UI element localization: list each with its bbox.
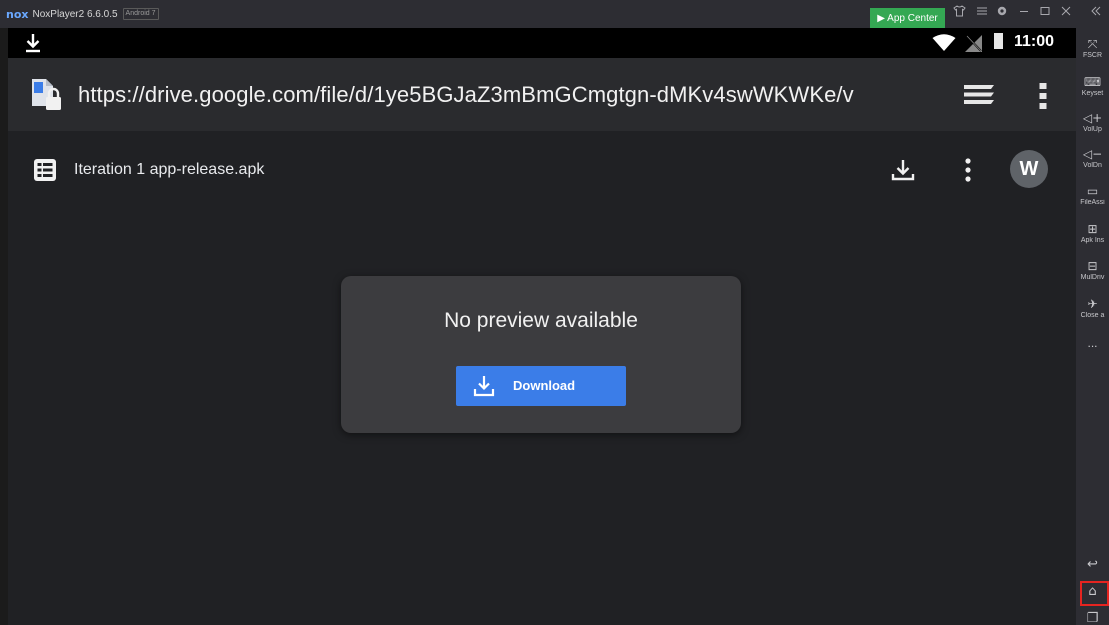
- download-button-label: Download: [513, 378, 576, 393]
- tool-multi-drive[interactable]: ⊟ MulDriv: [1076, 258, 1109, 294]
- fullscreen-icon: ⤧: [1087, 37, 1098, 51]
- tool-label: FileAssi: [1080, 199, 1105, 206]
- nox-window: nox NoxPlayer2 6.6.0.5 Android 7 ▶ App C…: [0, 0, 1109, 625]
- collapse-icon[interactable]: [1090, 5, 1102, 20]
- tool-file-assistant[interactable]: ▭ FileAssi: [1076, 183, 1109, 219]
- android-version-badge: Android 7: [122, 8, 159, 20]
- multi-drive-icon: ⊟: [1087, 259, 1098, 273]
- close-icon[interactable]: [1060, 5, 1072, 20]
- rocket-icon: ✈: [1087, 297, 1098, 311]
- no-preview-message: No preview available: [444, 309, 638, 332]
- drive-file-header: Iteration 1 app-release.apk W: [8, 131, 1076, 211]
- app-center-button[interactable]: ▶ App Center: [870, 8, 945, 28]
- tool-label: Close a: [1080, 312, 1105, 319]
- tool-voldn[interactable]: ◁− VolDn: [1076, 146, 1109, 182]
- menu-icon[interactable]: [976, 5, 988, 20]
- file-assistant-icon: ▭: [1086, 184, 1099, 198]
- download-button[interactable]: Download: [456, 366, 626, 406]
- more-tools-button[interactable]: ...: [1076, 336, 1109, 350]
- tool-fscr[interactable]: ⤧ FSCR: [1076, 36, 1109, 72]
- battery-icon: [994, 33, 1003, 49]
- volume-up-icon: ◁+: [1082, 111, 1103, 125]
- nox-side-toolbar: ⤧ FSCR ⌨ Keyset ◁+ VolUp ◁− VolDn ▭ File…: [1076, 28, 1109, 625]
- tool-label: MulDriv: [1080, 274, 1105, 281]
- tool-volup[interactable]: ◁+ VolUp: [1076, 110, 1109, 146]
- status-time: 11:00: [1014, 33, 1055, 50]
- tool-label: VolUp: [1083, 126, 1102, 133]
- url-text[interactable]: https://drive.google.com/file/d/1ye5BGJa…: [78, 82, 854, 108]
- back-button[interactable]: ↩: [1076, 557, 1109, 572]
- account-avatar[interactable]: W: [1010, 150, 1048, 188]
- browser-url-bar: https://drive.google.com/file/d/1ye5BGJa…: [8, 58, 1076, 131]
- tool-apk-install[interactable]: ⊞ Apk Ins: [1076, 221, 1109, 257]
- maximize-icon[interactable]: [1039, 5, 1051, 20]
- nox-logo: nox: [6, 7, 29, 21]
- recents-button[interactable]: ❐: [1076, 611, 1109, 625]
- minimize-icon[interactable]: [1018, 5, 1030, 20]
- settings-icon[interactable]: [996, 5, 1008, 20]
- no-preview-card: No preview available Download: [341, 276, 741, 433]
- page-lock-icon: [29, 78, 65, 117]
- shirt-icon[interactable]: [953, 5, 966, 20]
- tool-label: VolDn: [1083, 162, 1102, 169]
- download-icon: [23, 31, 43, 55]
- status-bar: 11:00: [8, 28, 1076, 58]
- app-name: NoxPlayer2 6.6.0.5: [32, 8, 118, 20]
- tool-label: Apk Ins: [1080, 237, 1105, 244]
- home-button[interactable]: ⌂: [1076, 584, 1109, 599]
- download-icon: [473, 375, 495, 400]
- tool-label: Keyset: [1081, 90, 1104, 97]
- more-options-icon[interactable]: [964, 157, 972, 188]
- wifi-icon: [932, 34, 956, 57]
- tool-label: FSCR: [1082, 52, 1103, 59]
- keyboard-icon: ⌨: [1083, 75, 1102, 89]
- tool-keyset[interactable]: ⌨ Keyset: [1076, 74, 1109, 110]
- browser-menu-icon[interactable]: [1038, 82, 1048, 115]
- tool-close-all[interactable]: ✈ Close a: [1076, 296, 1109, 332]
- header-download-icon[interactable]: [890, 157, 916, 188]
- file-name: Iteration 1 app-release.apk: [74, 161, 265, 178]
- volume-down-icon: ◁−: [1082, 147, 1103, 161]
- tabs-icon[interactable]: [963, 84, 995, 111]
- android-screen: 11:00 https://drive.google.com/file/d/1y…: [8, 28, 1076, 625]
- title-bar: nox NoxPlayer2 6.6.0.5 Android 7 ▶ App C…: [0, 0, 1109, 28]
- file-details-icon[interactable]: [34, 159, 56, 186]
- apk-install-icon: ⊞: [1087, 222, 1098, 236]
- no-sim-icon: [965, 35, 983, 57]
